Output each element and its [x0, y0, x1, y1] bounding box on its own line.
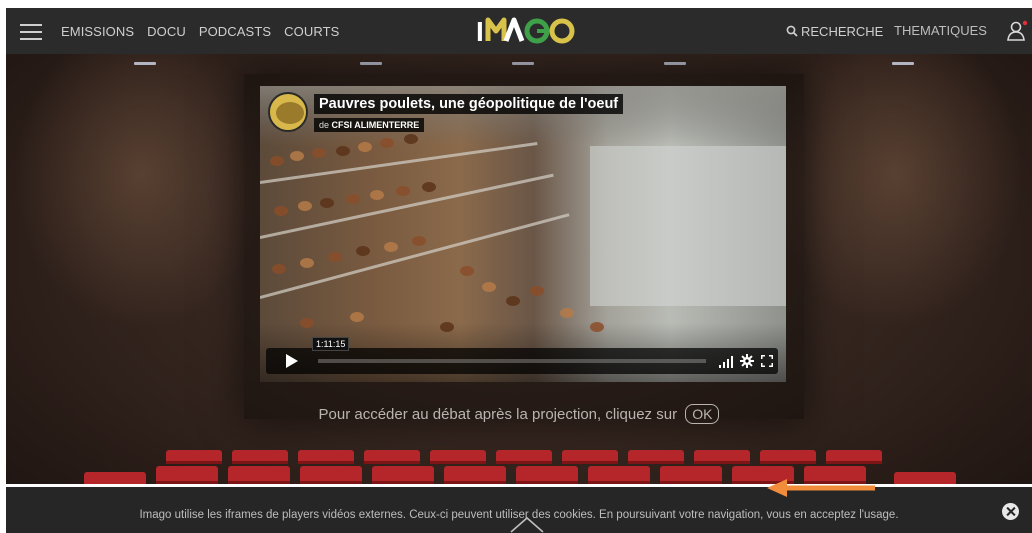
- cinema-background: Pauvres poulets, une géopolitique de l'o…: [6, 54, 1032, 484]
- player-controls: 1:11:15: [266, 337, 778, 374]
- video-frame-detail: [260, 142, 538, 184]
- cinema-seat: [232, 450, 288, 464]
- video-frame-detail: [530, 286, 544, 296]
- ceiling-light: [134, 62, 156, 65]
- ceiling-light: [512, 62, 534, 65]
- video-frame-detail: [404, 134, 418, 144]
- video-title[interactable]: Pauvres poulets, une géopolitique de l'o…: [314, 94, 624, 114]
- video-frame-detail: [560, 308, 574, 318]
- nav-item-courts[interactable]: COURTS: [284, 24, 339, 39]
- cinema-seat: [694, 450, 750, 464]
- byline-prefix: de: [319, 120, 330, 130]
- top-navigation-bar: EMISSIONS DOCU PODCASTS COURTS I RECHERC…: [6, 8, 1032, 54]
- video-byline: de CFSI ALIMENTERRE: [314, 118, 425, 132]
- cinema-seat: [156, 466, 218, 484]
- nav-item-emissions[interactable]: EMISSIONS: [61, 24, 134, 39]
- menu-icon[interactable]: [20, 24, 42, 40]
- search-button[interactable]: RECHERCHE: [786, 8, 883, 54]
- video-player[interactable]: Pauvres poulets, une géopolitique de l'o…: [260, 86, 786, 382]
- video-frame-detail: [270, 156, 284, 166]
- settings-gear-icon[interactable]: [740, 354, 754, 368]
- cinema-seat: [84, 472, 146, 484]
- cookie-banner: Imago utilise les iframes de players vid…: [6, 487, 1032, 533]
- search-icon: [786, 25, 798, 37]
- themes-link[interactable]: THEMATIQUES: [894, 8, 987, 54]
- play-button[interactable]: [273, 350, 311, 372]
- cinema-seat: [562, 450, 618, 464]
- video-frame-detail: [412, 236, 426, 246]
- cinema-seat: [444, 466, 506, 484]
- ceiling-light: [664, 62, 686, 65]
- cinema-seat: [228, 466, 290, 484]
- debate-prompt: Pour accéder au débat après la projectio…: [6, 404, 1032, 424]
- play-icon: [286, 354, 298, 368]
- cinema-seat: [826, 450, 882, 464]
- cinema-seat: [300, 466, 362, 484]
- imago-logo[interactable]: I: [476, 15, 576, 47]
- cinema-seat: [298, 450, 354, 464]
- video-frame-detail: [396, 186, 410, 196]
- ceiling-light: [360, 62, 382, 65]
- volume-icon[interactable]: [718, 355, 734, 368]
- nav-item-docu[interactable]: DOCU: [147, 24, 186, 39]
- main-nav: EMISSIONS DOCU PODCASTS COURTS: [61, 8, 352, 54]
- debate-prompt-text: Pour accéder au débat après la projectio…: [318, 406, 678, 423]
- fullscreen-icon[interactable]: [760, 354, 774, 368]
- video-frame-detail: [590, 322, 604, 332]
- chevron-up-icon[interactable]: [509, 515, 545, 533]
- video-frame-detail: [358, 142, 372, 152]
- video-frame-detail: [300, 318, 314, 328]
- video-title-overlay: Pauvres poulets, une géopolitique de l'o…: [268, 92, 624, 134]
- cinema-seat: [628, 450, 684, 464]
- search-label: RECHERCHE: [801, 23, 884, 39]
- video-frame-detail: [300, 258, 314, 268]
- close-icon[interactable]: [1002, 503, 1019, 520]
- progress-bar[interactable]: [318, 359, 706, 363]
- video-frame-detail: [370, 190, 384, 200]
- page: EMISSIONS DOCU PODCASTS COURTS I RECHERC…: [0, 0, 1032, 533]
- video-frame-detail: [422, 182, 436, 192]
- video-frame-detail: [350, 312, 364, 322]
- annotation-arrow-icon: [765, 478, 877, 498]
- video-frame-detail: [274, 206, 288, 216]
- cinema-seat: [760, 450, 816, 464]
- video-frame-detail: [482, 282, 496, 292]
- video-frame-detail: [460, 266, 474, 276]
- ok-button[interactable]: OK: [685, 404, 720, 424]
- nav-item-podcasts[interactable]: PODCASTS: [199, 24, 271, 39]
- video-frame-detail: [346, 194, 360, 204]
- svg-text:I: I: [476, 16, 483, 47]
- video-frame-detail: [290, 151, 304, 161]
- video-frame-detail: [590, 146, 786, 306]
- video-frame-detail: [328, 252, 342, 262]
- video-frame-detail: [272, 264, 286, 274]
- video-frame-detail: [336, 146, 350, 156]
- video-frame-detail: [380, 138, 394, 148]
- cinema-seat: [894, 472, 956, 484]
- video-frame-detail: [506, 296, 520, 306]
- user-icon[interactable]: [1006, 20, 1028, 42]
- cinema-seat: [166, 450, 222, 464]
- video-frame-detail: [356, 246, 370, 256]
- cinema-seat: [660, 466, 722, 484]
- cinema-seat: [588, 466, 650, 484]
- video-duration: 1:11:15: [312, 337, 350, 351]
- video-frame-detail: [312, 148, 326, 158]
- cinema-seat: [496, 450, 552, 464]
- cinema-seat: [516, 466, 578, 484]
- video-frame-detail: [384, 242, 398, 252]
- cinema-seat: [364, 450, 420, 464]
- channel-avatar[interactable]: [268, 92, 308, 132]
- video-frame-detail: [440, 322, 454, 332]
- video-frame-detail: [298, 201, 312, 211]
- video-frame-detail: [320, 198, 334, 208]
- cinema-seat: [430, 450, 486, 464]
- channel-name[interactable]: CFSI ALIMENTERRE: [332, 120, 420, 130]
- ceiling-light: [892, 62, 914, 65]
- cinema-seat: [372, 466, 434, 484]
